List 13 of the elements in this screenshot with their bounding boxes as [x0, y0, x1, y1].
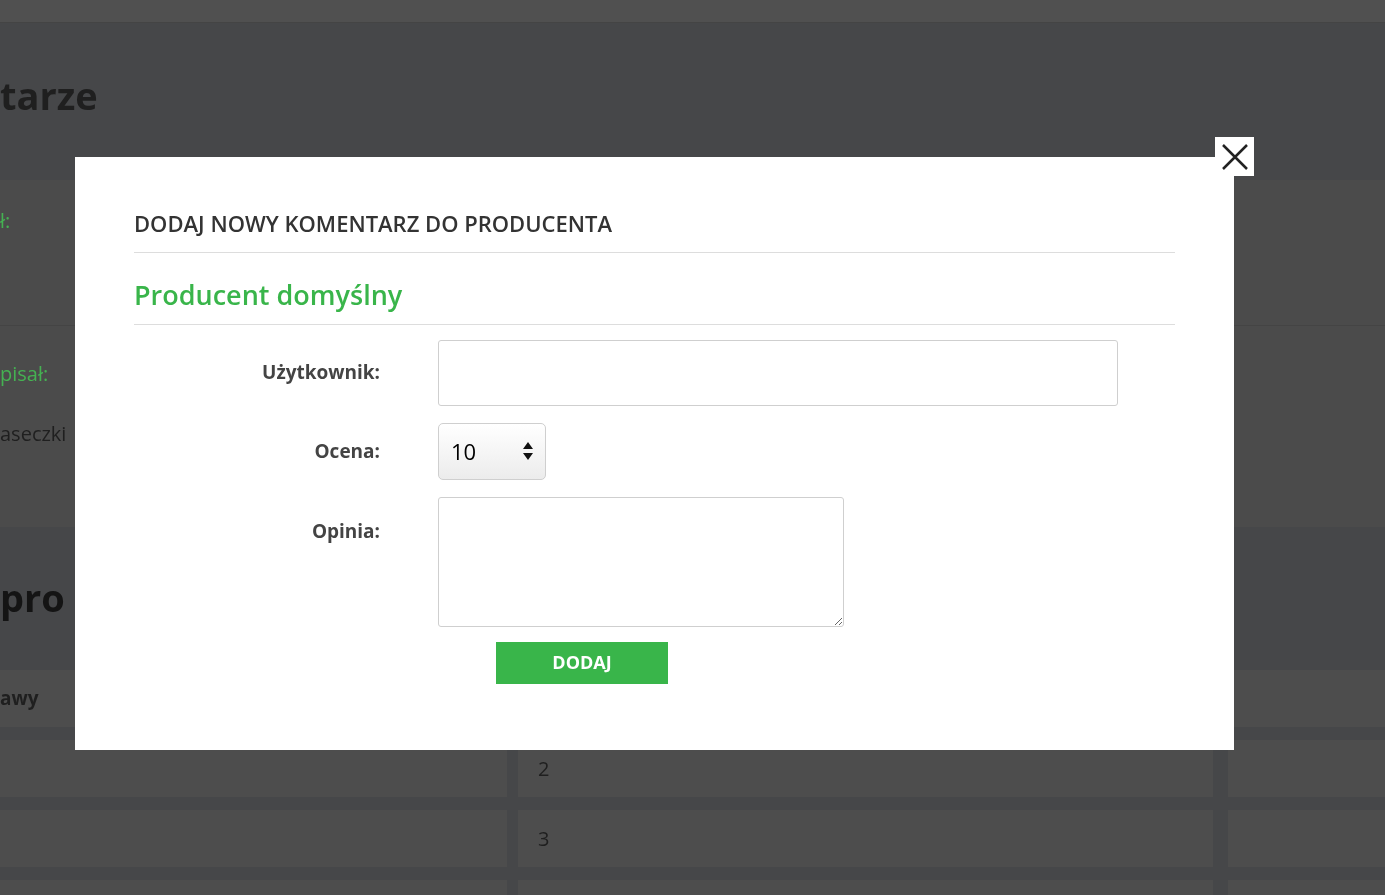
author-label: ł: — [0, 207, 11, 234]
opinion-field[interactable] — [438, 496, 844, 627]
producer-name: Producent domyślny — [134, 253, 1175, 325]
rating-select[interactable]: 10 — [438, 422, 546, 480]
up-down-arrows-icon — [523, 442, 533, 460]
username-field[interactable] — [438, 339, 1118, 406]
close-button[interactable] — [1215, 137, 1254, 176]
field-label: Opinia: — [311, 516, 380, 545]
field-label: Ocena: — [314, 436, 380, 466]
author-label: pisał: — [0, 359, 49, 389]
close-icon — [1221, 143, 1248, 170]
field-label: Użytkownik: — [262, 358, 380, 387]
modal-title: DODAJ NOWY KOMENTARZ DO PRODUCENTA — [134, 207, 1175, 253]
